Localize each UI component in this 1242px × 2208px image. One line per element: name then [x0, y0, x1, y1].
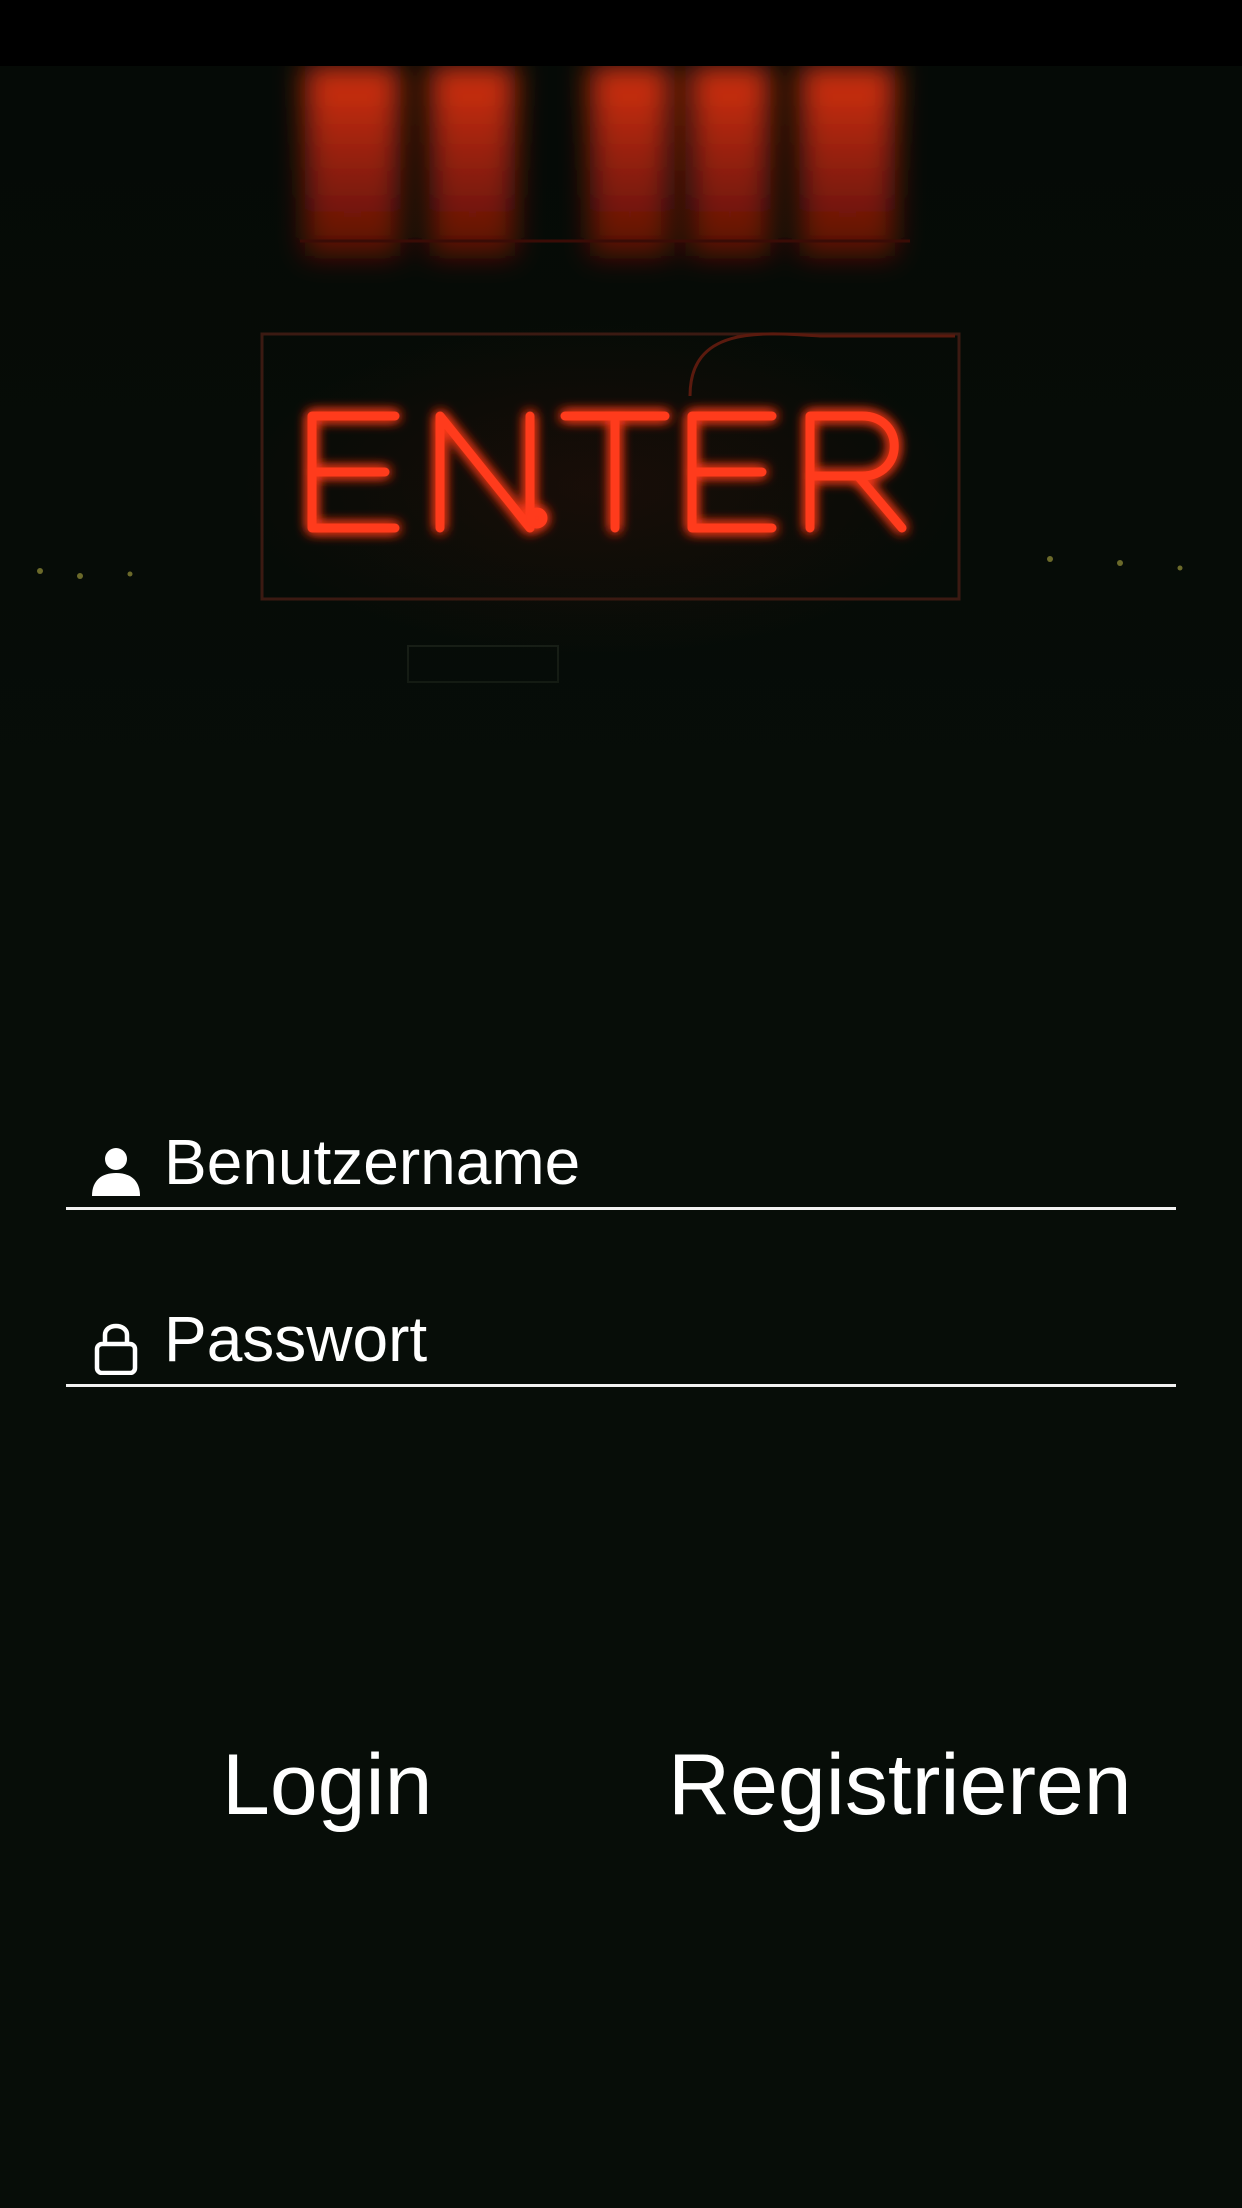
- neon-reflection-stripes: [305, 66, 895, 256]
- password-input[interactable]: [164, 1297, 1144, 1381]
- username-input[interactable]: [164, 1120, 1144, 1204]
- status-bar: [0, 0, 1242, 66]
- neon-enter-letters: [307, 411, 907, 533]
- login-button[interactable]: Login: [222, 1730, 454, 1840]
- hero-fade: [0, 606, 1242, 826]
- lock-icon: [94, 1323, 138, 1375]
- username-field[interactable]: [66, 1120, 1176, 1210]
- background-lights: [37, 556, 1183, 579]
- login-screen: Login Registrieren: [0, 0, 1242, 2208]
- hero-image: [0, 66, 1242, 826]
- password-field[interactable]: [66, 1297, 1176, 1387]
- user-icon: [92, 1148, 140, 1196]
- register-button[interactable]: Registrieren: [668, 1730, 1148, 1840]
